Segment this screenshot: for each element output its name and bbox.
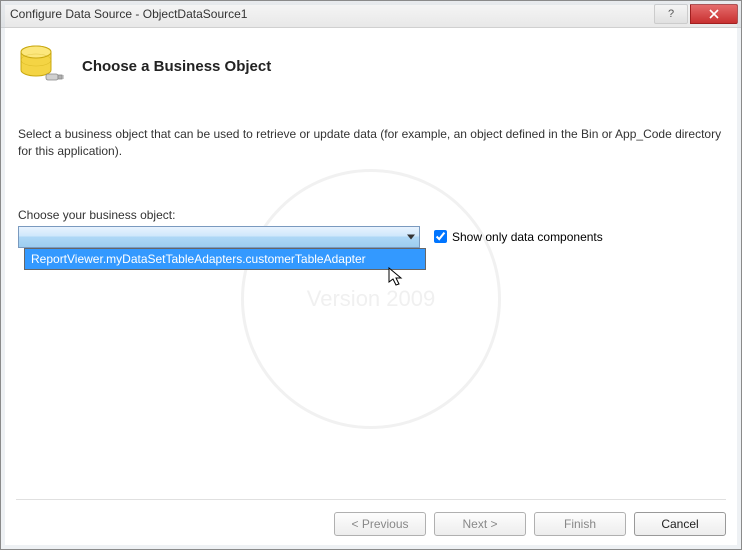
help-icon: ?: [668, 8, 674, 20]
page-title: Choose a Business Object: [82, 58, 271, 75]
window-title: Configure Data Source - ObjectDataSource…: [10, 7, 654, 21]
chevron-down-icon: [407, 234, 415, 239]
checkbox-input[interactable]: [434, 230, 447, 243]
show-only-data-checkbox[interactable]: Show only data components: [434, 230, 603, 244]
business-object-combo[interactable]: [18, 226, 420, 248]
database-icon: [16, 42, 64, 90]
combo-dropdown: ReportViewer.myDataSetTableAdapters.cust…: [24, 248, 426, 270]
close-icon: [709, 9, 719, 19]
help-button[interactable]: ?: [654, 4, 688, 24]
titlebar-buttons: ?: [654, 4, 738, 24]
titlebar: Configure Data Source - ObjectDataSource…: [0, 0, 742, 28]
previous-button[interactable]: < Previous: [334, 512, 426, 536]
next-button[interactable]: Next >: [434, 512, 526, 536]
finish-button[interactable]: Finish: [534, 512, 626, 536]
combo-label: Choose your business object:: [18, 208, 724, 222]
dropdown-item[interactable]: ReportViewer.myDataSetTableAdapters.cust…: [25, 249, 425, 269]
instruction-text: Select a business object that can be use…: [18, 126, 724, 160]
wizard-content: Version 2009 Choose a Business Object Se…: [0, 28, 742, 550]
wizard-buttons: < Previous Next > Finish Cancel: [16, 499, 726, 536]
close-button[interactable]: [690, 4, 738, 24]
cancel-button[interactable]: Cancel: [634, 512, 726, 536]
checkbox-label: Show only data components: [452, 230, 603, 244]
wizard-header: Choose a Business Object: [12, 36, 730, 104]
field-row: Show only data components ReportViewer.m…: [18, 226, 724, 248]
